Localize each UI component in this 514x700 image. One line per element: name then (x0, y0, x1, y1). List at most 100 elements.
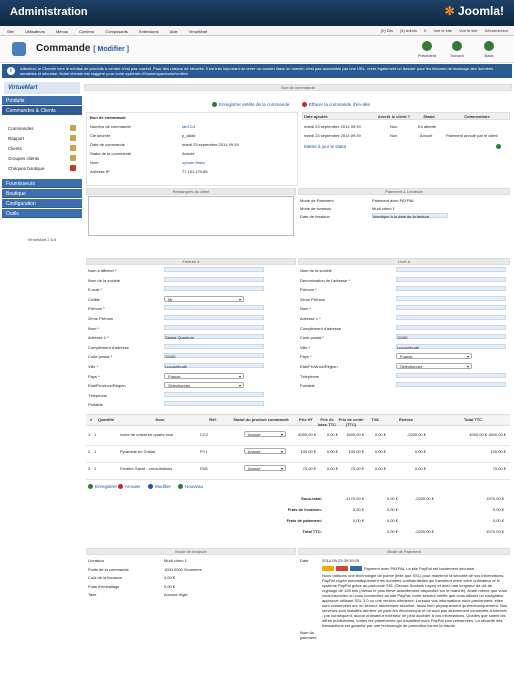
sidebar-section-orders[interactable]: Commandes & Clients (2, 106, 82, 115)
order-status-label: Statut de la commande (90, 151, 132, 156)
item-0-cell-5: 4000,00 € (298, 432, 316, 437)
item-2-cell-7: 70,00 € (350, 466, 364, 471)
shipping-field-0[interactable] (396, 267, 506, 272)
item-status-select-1[interactable]: Annulé (244, 448, 286, 454)
billing-label-6: Nom * (88, 325, 100, 331)
item-0-cell-2: ivoire de cristal en quartz rose (120, 432, 174, 437)
menu-menus[interactable]: Menus (56, 29, 68, 34)
menu-users[interactable]: Utilisateurs (25, 29, 45, 34)
billing-field-3[interactable]: Mr (164, 295, 244, 302)
menu-site[interactable]: Site (7, 29, 14, 34)
items-col-1: Quantité (97, 417, 115, 422)
billing-field-13[interactable] (164, 391, 264, 397)
shipping-field-6[interactable] (396, 324, 506, 330)
item-action-enregistrer[interactable]: Enregistrer (88, 484, 117, 490)
save-header-button[interactable]: Enregistrer entête de la commande (212, 102, 289, 108)
page-subtitle: [ Modifier ] (93, 46, 130, 53)
billing-field-0[interactable] (164, 267, 264, 272)
item-1-cell-5: 100,00 € (300, 449, 316, 454)
status-messages[interactable]: 0 (424, 28, 426, 33)
customer-name-value[interactable]: sylvain Blanc (182, 160, 205, 165)
add-status-icon[interactable] (496, 144, 501, 149)
item-action-modifier[interactable]: Modifier (148, 484, 171, 490)
billing-field-12[interactable]: Sélectionner (164, 382, 244, 389)
sidebar-item-customer-groups[interactable]: Groupes clients (2, 154, 82, 162)
shipping-field-11[interactable] (396, 372, 506, 378)
billing-field-1[interactable] (164, 276, 264, 282)
billing-field-2[interactable] (164, 286, 264, 292)
shipping-field-8[interactable]: Lucounhude (396, 343, 506, 350)
shipping-field-10[interactable]: Sélectionner (396, 363, 472, 369)
items-row-sep-0 (86, 445, 510, 446)
menu-extensions[interactable]: Extensions (139, 29, 159, 34)
billing-field-5[interactable] (164, 315, 264, 320)
billing-label-9: Code postal * (88, 354, 113, 360)
update-status-link[interactable]: Mettre à jour le statut (304, 144, 346, 149)
secret-key-value: p_a6dd (182, 133, 196, 138)
order-number-value[interactable]: fab1f14 (182, 124, 195, 129)
sidebar-section-vendors[interactable]: Fournisseurs (2, 179, 82, 188)
logout-link[interactable]: Déconnexion (485, 28, 508, 33)
shipping-field-12[interactable] (396, 382, 506, 388)
sidebar-item-orders[interactable]: Commandes (2, 124, 82, 132)
ship-mode-value-4: Aucune règle (164, 592, 188, 597)
customer-notes-textarea[interactable] (88, 196, 294, 236)
sidebar-section-shop[interactable]: Boutique (2, 189, 82, 198)
ship-mode-label-1: Poids de la commande (88, 566, 129, 572)
clear-cache-link[interactable]: Voir le site (433, 28, 451, 33)
totals-3-4: 1970,00 € (486, 529, 504, 534)
ship-mode-label-0: Livraison (88, 558, 105, 563)
billing-field-10[interactable]: Lucounhude (164, 363, 264, 369)
menu-virtuemart[interactable]: VirtueMart (189, 29, 207, 34)
billing-field-8[interactable] (164, 343, 264, 349)
item-1-cell-9: 0,00 € (414, 449, 426, 454)
menu-help[interactable]: Aide (170, 29, 178, 34)
ship-mode-label-4: Taxe (88, 592, 97, 597)
previous-button[interactable]: Précédent (416, 41, 438, 58)
mastercard-icon (336, 566, 348, 571)
next-button[interactable]: Suivant (446, 41, 468, 58)
item-action-nouveau[interactable]: Nouveau (178, 484, 203, 490)
item-status-select-2[interactable]: Annulé (244, 465, 286, 471)
totals-3-3: -2200,00 € (414, 529, 434, 534)
billing-field-7[interactable]: Samia Quantum (164, 334, 264, 340)
shipping-field-4[interactable] (396, 305, 506, 311)
shipping-field-3[interactable] (396, 295, 506, 301)
sidebar-section-products[interactable]: Produits (2, 96, 82, 105)
billing-label-10: Ville * (88, 364, 99, 369)
back-button[interactable]: Back (478, 41, 500, 58)
shipping-field-1[interactable] (396, 276, 506, 282)
menu-content[interactable]: Contenu (79, 29, 94, 34)
sidebar-item-vouchers[interactable]: Chèques boutique (2, 164, 82, 172)
status-visitors[interactable]: (2) Dla (381, 28, 393, 33)
delete-header-button[interactable]: Effacer la commande d'en-tête (302, 102, 370, 108)
shipping-field-7[interactable]: 11160 (396, 334, 506, 340)
item-status-select-0[interactable]: Annulé (244, 431, 286, 437)
billing-field-14[interactable] (164, 401, 264, 407)
billing-field-11[interactable]: France (164, 372, 244, 379)
joomla-logo[interactable]: ✻ Joomla! (445, 4, 504, 18)
sidebar-item-report[interactable]: Rapport (2, 134, 82, 142)
status-admins[interactable]: (4) Admin (400, 28, 417, 33)
item-0-cell-6: 0,00 € (326, 432, 338, 437)
groups-icon (70, 155, 76, 161)
billing-label-12: Etat/Province/Région (88, 383, 126, 389)
sidebar-section-tools[interactable]: Outils (2, 209, 82, 218)
sidebar-item-customers[interactable]: Clients (2, 144, 82, 152)
item-action-annuler[interactable]: Annuler (118, 484, 141, 490)
shipping-field-2[interactable] (396, 286, 506, 292)
view-site-link[interactable]: Voir le site (459, 28, 477, 33)
voucher-icon (70, 165, 76, 171)
delivery-date-field[interactable]: Identique à la date de la facture (372, 213, 448, 219)
shipping-field-5[interactable] (396, 315, 506, 320)
next-icon (452, 41, 462, 51)
totals-0-2: 0,00 € (386, 496, 398, 501)
payment-shipping-band: Paiement & Livraison (298, 188, 510, 195)
menu-components[interactable]: Composants (105, 29, 127, 34)
billing-field-4[interactable] (164, 305, 264, 311)
sidebar-section-configuration[interactable]: Configuration (2, 199, 82, 208)
shipping-field-9[interactable]: France (396, 353, 472, 360)
billing-field-6[interactable] (164, 324, 264, 330)
history-row-1-notify: Non (390, 124, 398, 129)
billing-field-9[interactable]: 11160 (164, 353, 264, 359)
